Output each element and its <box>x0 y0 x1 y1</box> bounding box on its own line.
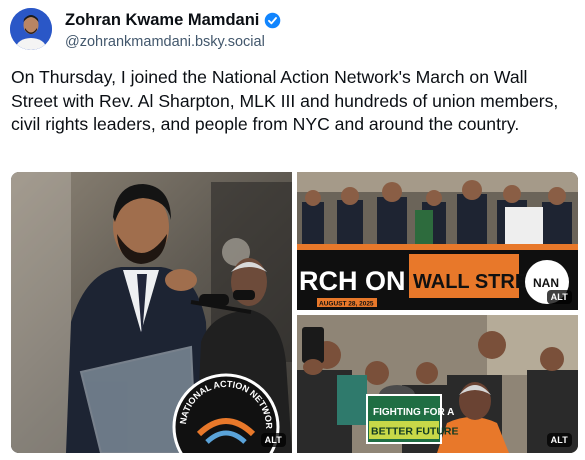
post-image-1[interactable]: NATIONAL ACTION NETWORK ALT <box>11 172 292 453</box>
author-handle[interactable]: @zohrankmamdani.bsky.social <box>65 34 265 50</box>
banner-text-left: RCH ON <box>299 266 406 296</box>
post-media-grid: NATIONAL ACTION NETWORK ALT <box>11 172 578 453</box>
post-image-2[interactable]: RCH ON WALL STREET NAN AUGUST 28, 2025 A… <box>297 172 578 310</box>
author-display-name[interactable]: Zohran Kwame Mamdani <box>65 11 259 30</box>
banner-date-text: AUGUST 28, 2025 <box>319 301 374 308</box>
protest-sign-line-1: FIGHTING FOR A <box>373 407 454 418</box>
banner-logo-text: NAN <box>533 276 559 290</box>
alt-badge[interactable]: ALT <box>260 433 286 447</box>
alt-badge[interactable]: ALT <box>546 433 572 447</box>
protest-sign-line-2: BETTER FUTURE <box>371 426 459 438</box>
author-avatar[interactable] <box>10 8 52 50</box>
verified-badge-icon <box>265 12 281 29</box>
alt-badge[interactable]: ALT <box>546 290 572 304</box>
post-image-3[interactable]: FIGHTING FOR A BETTER FUTURE ALT <box>297 315 578 453</box>
post-card: Zohran Kwame Mamdani @zohrankmamdani.bsk… <box>0 0 585 460</box>
post-text: On Thursday, I joined the National Actio… <box>11 67 559 134</box>
